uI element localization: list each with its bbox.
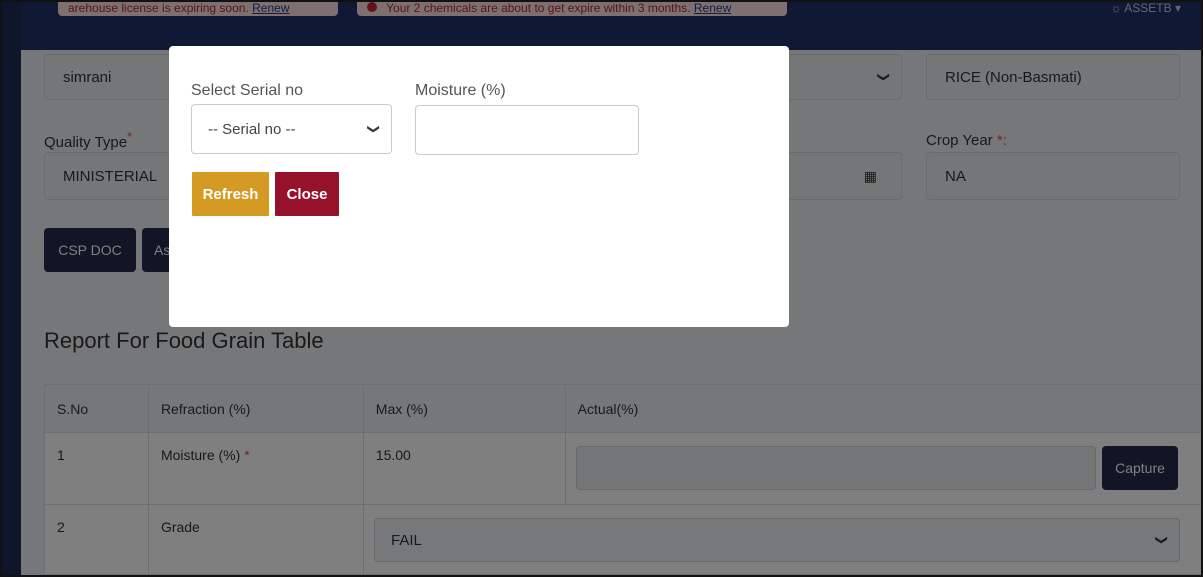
chevron-down-icon: ❯ xyxy=(366,123,381,135)
serial-moisture-modal: Select Serial no Moisture (%) -- Serial … xyxy=(169,46,789,327)
serial-select[interactable]: -- Serial no -- ❯ xyxy=(191,104,392,154)
close-button[interactable]: Close xyxy=(275,172,339,216)
serial-select-value: -- Serial no -- xyxy=(208,120,296,138)
app-frame: arehouse license is expiring soon. Renew… xyxy=(0,0,1203,577)
refresh-button[interactable]: Refresh xyxy=(192,172,269,216)
moisture-input[interactable] xyxy=(415,105,639,155)
moisture-label: Moisture (%) xyxy=(415,82,506,99)
serial-label: Select Serial no xyxy=(191,82,304,99)
